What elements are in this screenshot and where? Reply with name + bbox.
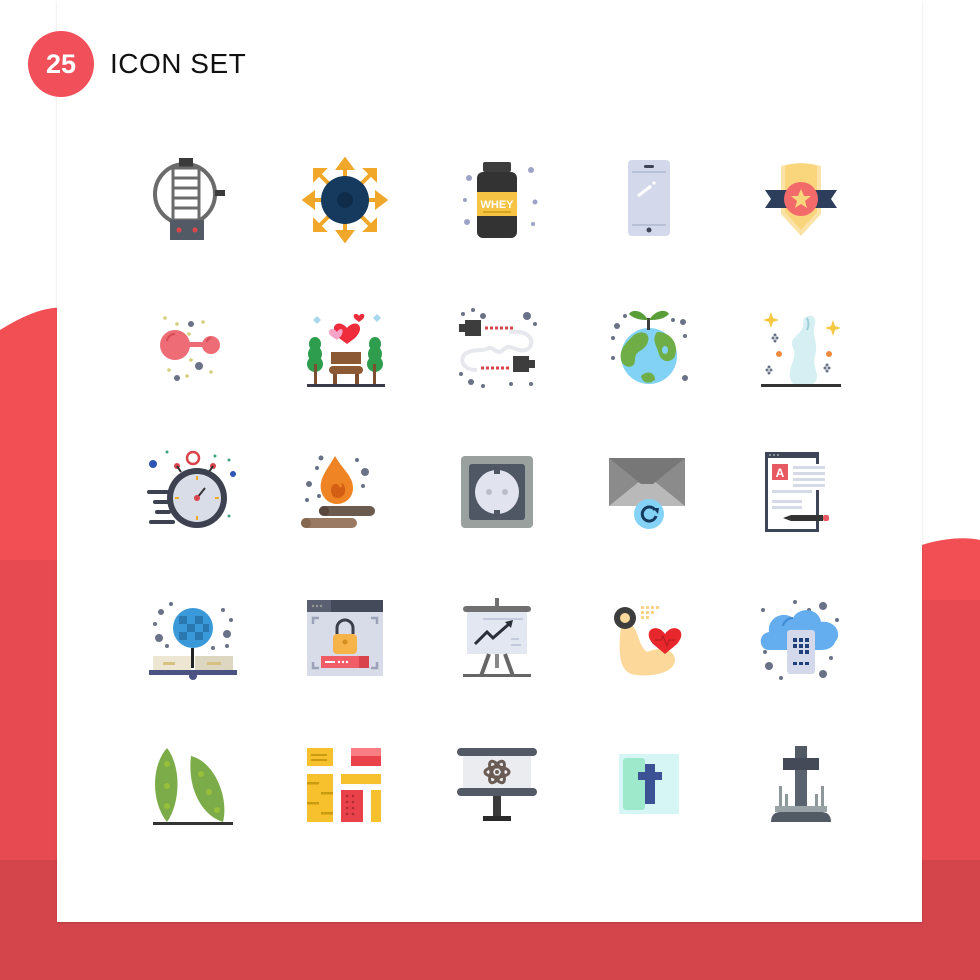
icon-cell[interactable] — [573, 419, 725, 565]
icon-cell[interactable] — [725, 711, 877, 857]
leaves-icon — [153, 748, 233, 825]
badge-number: 25 — [45, 48, 77, 79]
icon-cell[interactable] — [269, 565, 421, 711]
icon-cell[interactable]: A — [725, 419, 877, 565]
grave-cross-icon — [771, 746, 831, 822]
count-badge: 25 — [28, 31, 94, 97]
header: 25 ICON SET — [28, 30, 246, 98]
icon-cell[interactable] — [421, 711, 573, 857]
eco-earth-sprout-icon — [611, 310, 688, 384]
blender-icon — [153, 158, 225, 240]
global-education-icon — [149, 602, 237, 680]
park-bench-love-icon — [307, 313, 385, 387]
icon-cell[interactable] — [117, 565, 269, 711]
icon-cell[interactable] — [725, 127, 877, 273]
science-presentation-icon — [457, 748, 537, 821]
cable-connector-icon — [459, 308, 537, 388]
icon-cell[interactable] — [421, 565, 573, 711]
layout-blocks-icon — [307, 748, 381, 822]
whey-protein-icon: WHEY — [463, 162, 538, 238]
icon-cell[interactable] — [573, 127, 725, 273]
stopwatch-speed-icon — [147, 450, 236, 528]
molecule-icon — [160, 316, 220, 381]
virus-spread-icon — [301, 156, 389, 244]
document-letter: A — [776, 466, 785, 480]
icon-grid: WHEY A — [117, 127, 877, 857]
icon-cell[interactable] — [269, 127, 421, 273]
icon-cell[interactable] — [269, 711, 421, 857]
icon-cell[interactable] — [421, 419, 573, 565]
power-socket-icon — [461, 456, 533, 528]
icon-cell[interactable] — [573, 273, 725, 419]
icon-cell[interactable] — [117, 711, 269, 857]
whey-label: WHEY — [481, 199, 515, 211]
fitness-heart-icon — [614, 606, 682, 676]
campfire-icon — [301, 455, 375, 528]
icon-cell[interactable] — [269, 273, 421, 419]
icon-cell[interactable]: WHEY — [421, 127, 573, 273]
page-title: ICON SET — [110, 48, 247, 79]
magic-smoke-icon — [761, 312, 841, 387]
icon-cell[interactable] — [269, 419, 421, 565]
email-refresh-icon — [609, 458, 685, 529]
icon-cell[interactable] — [725, 273, 877, 419]
smartphone-icon — [628, 160, 670, 236]
icon-cell[interactable] — [725, 565, 877, 711]
icon-cell[interactable] — [421, 273, 573, 419]
document-editor-icon: A — [765, 452, 829, 532]
icon-cell[interactable] — [573, 565, 725, 711]
icon-cell[interactable] — [117, 419, 269, 565]
icon-cell[interactable] — [117, 127, 269, 273]
icon-cell[interactable] — [117, 273, 269, 419]
cloud-mobile-icon — [760, 600, 839, 680]
bible-cross-icon — [619, 754, 679, 814]
secure-login-icon — [307, 600, 383, 676]
shield-star-badge-icon — [765, 163, 837, 236]
presentation-chart-icon — [463, 598, 531, 677]
icon-cell[interactable] — [573, 711, 725, 857]
